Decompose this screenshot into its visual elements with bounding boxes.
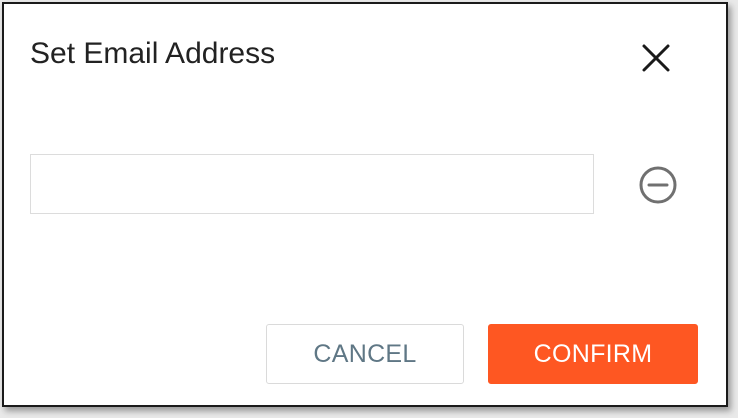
set-email-dialog: Set Email Address CANCEL CONFIRM <box>2 2 728 407</box>
email-input[interactable] <box>30 154 594 214</box>
dialog-title: Set Email Address <box>30 37 276 70</box>
confirm-button[interactable]: CONFIRM <box>488 324 698 384</box>
cancel-button-label: CANCEL <box>313 339 417 368</box>
remove-email-button[interactable] <box>637 164 679 206</box>
close-button[interactable] <box>636 38 676 78</box>
minus-circle-icon <box>639 166 677 204</box>
close-icon <box>642 44 670 72</box>
confirm-button-label: CONFIRM <box>533 339 653 368</box>
cancel-button[interactable]: CANCEL <box>266 324 464 384</box>
window-frame: Set Email Address CANCEL CONFIRM <box>0 0 738 418</box>
